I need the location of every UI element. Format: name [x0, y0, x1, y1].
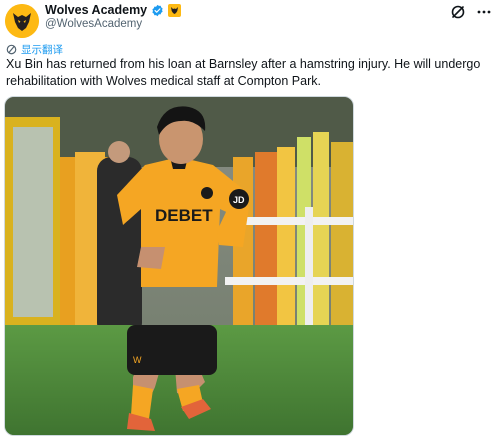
affiliate-badge-icon: [168, 3, 182, 17]
verified-badge-icon: [152, 4, 163, 16]
translate-icon: [6, 44, 17, 55]
player-photo: W JD DEBET: [5, 97, 353, 435]
translate-label: 显示翻译: [21, 44, 63, 56]
wolves-crest-icon[interactable]: [5, 4, 39, 38]
display-name[interactable]: Wolves Academy: [45, 3, 147, 17]
show-translation-link[interactable]: 显示翻译: [6, 42, 63, 57]
sleeve-badge: JD: [233, 195, 245, 205]
tweet: Wolves Academy @WolvesAcademy 显示翻译 Xu Bi…: [0, 0, 500, 440]
grok-icon[interactable]: [450, 4, 466, 20]
account-handle[interactable]: @WolvesAcademy: [45, 18, 142, 30]
top-actions: [450, 4, 492, 20]
tweet-photo[interactable]: W JD DEBET: [4, 96, 354, 436]
account-name-row: Wolves Academy: [45, 3, 182, 17]
svg-text:W: W: [133, 355, 142, 365]
shirt-sponsor: DEBET: [155, 206, 213, 225]
tweet-text: Xu Bin has returned from his loan at Bar…: [6, 57, 481, 88]
more-options-icon[interactable]: [476, 4, 492, 20]
